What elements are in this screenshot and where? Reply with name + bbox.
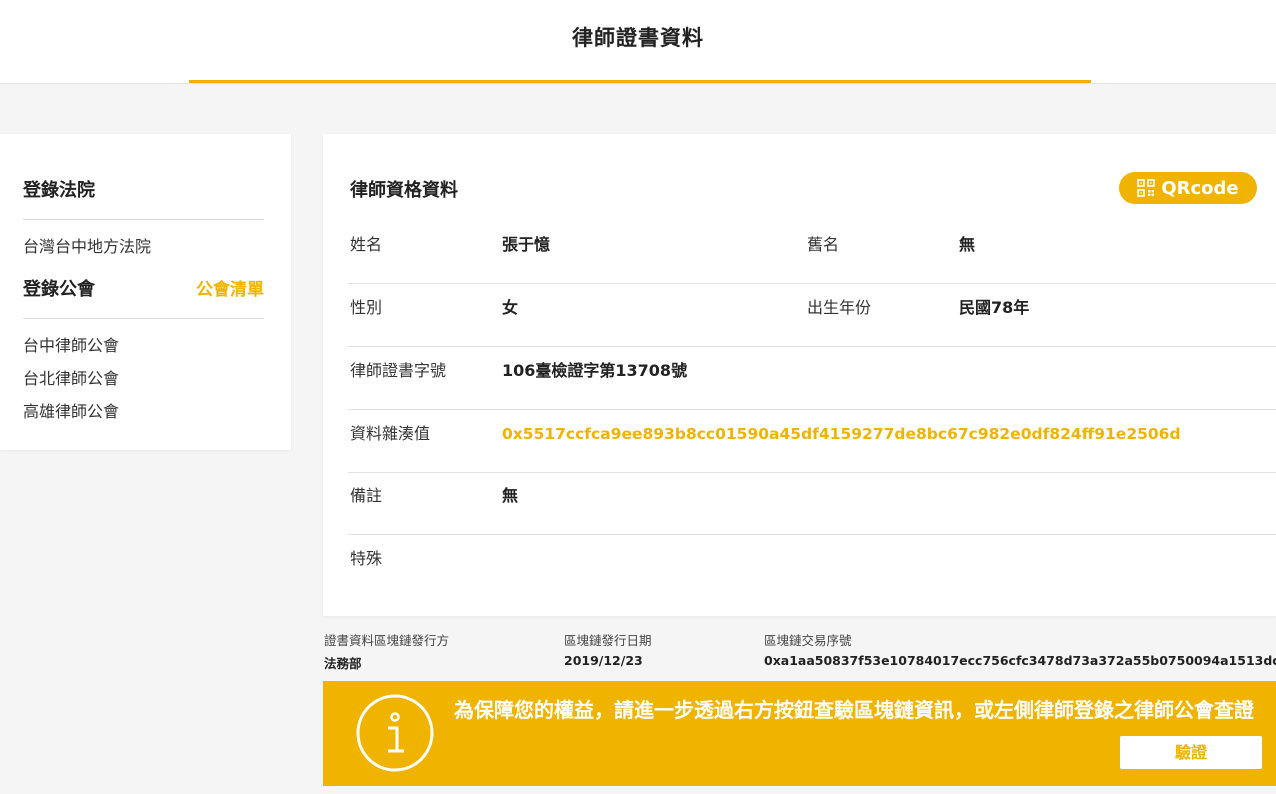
former-name-value: 無 bbox=[959, 235, 976, 254]
bar-item: 台中律師公會 bbox=[23, 336, 120, 355]
info-row-remarks: 備註 無 bbox=[348, 472, 1276, 535]
issuer-value: 法務部 bbox=[324, 656, 362, 671]
birth-year-label: 出生年份 bbox=[807, 298, 872, 317]
title-underline bbox=[189, 80, 1091, 83]
former-name-label: 舊名 bbox=[807, 235, 840, 254]
gender-label: 性別 bbox=[350, 298, 383, 317]
top-bar: 律師證書資料 bbox=[0, 0, 1276, 84]
tx-value: 0xa1aa50837f53e10784017ecc756cfc3478d73a… bbox=[764, 653, 1276, 668]
bar-heading: 登錄公會 bbox=[23, 279, 95, 300]
bar-item: 高雄律師公會 bbox=[23, 402, 120, 421]
banner-text: 為保障您的權益，請進一步透過右方按鈕查驗區塊鏈資訊，或左側律師登錄之律師公會查證 bbox=[454, 698, 1254, 722]
page-title: 律師證書資料 bbox=[572, 26, 704, 50]
special-label: 特殊 bbox=[350, 549, 383, 568]
name-value: 張于憶 bbox=[502, 235, 551, 254]
hash-value[interactable]: 0x5517ccfca9ee893b8cc01590a45df4159277de… bbox=[502, 410, 1181, 458]
info-row-name: 姓名 張于憶 舊名 無 bbox=[348, 221, 1276, 284]
info-row-gender: 性別 女 出生年份 民國78年 bbox=[348, 284, 1276, 347]
registration-card: 登錄法院 台灣台中地方法院 登錄公會 公會清單 台中律師公會 台北律師公會 高雄… bbox=[0, 134, 291, 450]
qualification-card: 律師資格資料 QRcode 姓名 張于憶 舊名 無 性別 女 出生年份 民國78… bbox=[323, 134, 1276, 616]
info-row-special: 特殊 bbox=[348, 535, 1276, 598]
issuer-label: 證書資料區塊鏈發行方 bbox=[324, 633, 450, 648]
qualification-title: 律師資格資料 bbox=[350, 180, 458, 201]
bar-item: 台北律師公會 bbox=[23, 369, 120, 388]
court-name: 台灣台中地方法院 bbox=[23, 237, 152, 256]
bar-section-header: 登錄公會 公會清單 bbox=[23, 275, 264, 319]
verify-button[interactable]: 驗證 bbox=[1120, 736, 1262, 769]
remarks-value: 無 bbox=[502, 486, 519, 505]
issue-date-label: 區塊鏈發行日期 bbox=[564, 633, 652, 648]
info-icon bbox=[356, 694, 434, 772]
info-row-cert-no: 律師證書字號 106臺檢證字第13708號 bbox=[348, 347, 1276, 410]
qrcode-label: QRcode bbox=[1161, 177, 1239, 199]
cert-no-label: 律師證書字號 bbox=[350, 361, 447, 380]
birth-year-value: 民國78年 bbox=[959, 298, 1030, 317]
tx-label: 區塊鏈交易序號 bbox=[764, 633, 852, 648]
issue-date-value: 2019/12/23 bbox=[564, 653, 643, 668]
info-row-hash: 資料雜湊值 0x5517ccfca9ee893b8cc01590a45df415… bbox=[348, 410, 1276, 473]
cert-no-value: 106臺檢證字第13708號 bbox=[502, 361, 688, 380]
name-label: 姓名 bbox=[350, 235, 383, 254]
hash-label: 資料雜湊值 bbox=[350, 424, 431, 443]
qrcode-button[interactable]: QRcode bbox=[1119, 172, 1257, 204]
bar-list-link[interactable]: 公會清單 bbox=[196, 275, 264, 300]
court-heading: 登錄法院 bbox=[23, 180, 95, 201]
verify-banner: 為保障您的權益，請進一步透過右方按鈕查驗區塊鏈資訊，或左側律師登錄之律師公會查證… bbox=[323, 681, 1276, 786]
court-section-header: 登錄法院 bbox=[23, 176, 264, 220]
remarks-label: 備註 bbox=[350, 486, 383, 505]
qr-code-icon bbox=[1137, 179, 1156, 197]
gender-value: 女 bbox=[502, 298, 519, 317]
